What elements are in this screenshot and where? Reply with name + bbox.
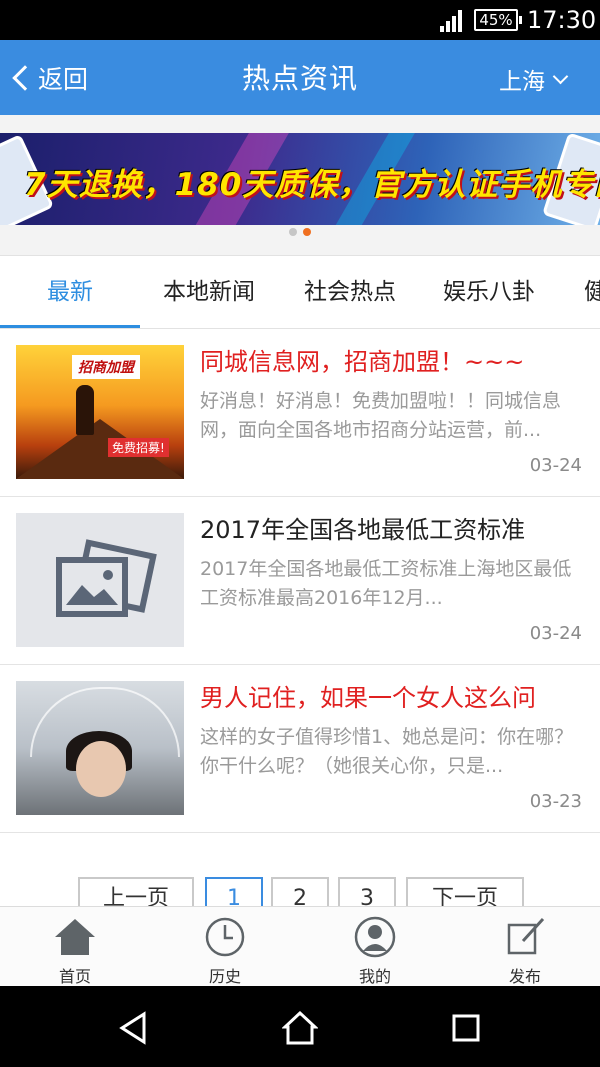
person-silhouette: [76, 385, 94, 435]
news-thumbnail: [16, 681, 184, 815]
prev-page-label: 上一页: [102, 886, 169, 906]
home-icon: [55, 919, 95, 955]
banner-area: 7天退换，180天质保，官方认证手机专区: [0, 115, 600, 255]
face-shape: [76, 741, 126, 797]
news-title: 2017年全国各地最低工资标准: [200, 516, 526, 544]
news-date: 03-24: [529, 623, 582, 644]
pagination: 上一页 1 2 3 下一页: [0, 874, 600, 906]
nav-publish[interactable]: 发布: [475, 915, 575, 987]
home-outline-icon[interactable]: [282, 1010, 318, 1046]
next-page-button[interactable]: 下一页: [406, 877, 524, 906]
nav-home-label: 首页: [58, 967, 91, 986]
prev-page-button[interactable]: 上一页: [78, 877, 194, 906]
bottom-nav: 首页 历史 我的 发布: [0, 906, 600, 986]
clock-icon: [205, 917, 245, 957]
user-icon: [354, 916, 396, 958]
page-button[interactable]: 3: [338, 877, 396, 906]
news-title: 同城信息网，招商加盟！~~~: [200, 348, 525, 376]
image-placeholder-icon: [56, 539, 157, 617]
page-button-current[interactable]: 1: [205, 877, 263, 906]
chevron-down-icon: [552, 68, 569, 84]
city-selector[interactable]: 上海: [499, 62, 569, 96]
nav-home[interactable]: 首页: [25, 915, 125, 987]
carousel-dot-active[interactable]: [303, 228, 311, 236]
back-triangle-icon[interactable]: [116, 1010, 152, 1046]
page-button[interactable]: 2: [271, 877, 329, 906]
nav-history-label: 历史: [208, 967, 241, 986]
tab-health[interactable]: 健: [584, 256, 600, 328]
tab-local-news[interactable]: 本地新闻: [163, 256, 255, 328]
news-thumbnail-placeholder: [16, 513, 184, 647]
nav-profile[interactable]: 我的: [325, 915, 425, 987]
clock: 17:30: [527, 6, 597, 34]
news-list: 招商加盟 免费招募! 同城信息网，招商加盟！~~~ 好消息！好消息！免费加盟啦！…: [0, 329, 600, 906]
city-label: 上海: [499, 69, 545, 95]
news-summary: 这样的女子值得珍惜1、她总是问：你在哪？你干什么呢？（她很关心你，只是...: [200, 726, 574, 777]
category-tabs: 最新 本地新闻 社会热点 娱乐八卦 健: [0, 255, 600, 329]
news-summary: 2017年全国各地最低工资标准上海地区最低工资标准最高2016年12月...: [200, 558, 572, 609]
banner-text: 7天退换，180天质保，官方认证手机专区: [24, 167, 600, 203]
app-header: 返回 热点资讯 上海: [0, 40, 600, 115]
status-bar: 45% 17:30: [0, 0, 600, 40]
thumbnail-cta: 免费招募!: [108, 438, 169, 457]
recents-square-icon[interactable]: [448, 1010, 484, 1046]
news-title: 男人记住，如果一个女人这么问: [200, 684, 536, 712]
news-date: 03-24: [529, 455, 582, 476]
news-item[interactable]: 男人记住，如果一个女人这么问 这样的女子值得珍惜1、她总是问：你在哪？你干什么呢…: [0, 665, 600, 833]
news-thumbnail: 招商加盟 免费招募!: [16, 345, 184, 479]
next-page-label: 下一页: [431, 886, 498, 906]
tab-social-hot[interactable]: 社会热点: [304, 256, 396, 328]
tab-entertainment[interactable]: 娱乐八卦: [443, 256, 535, 328]
news-item[interactable]: 招商加盟 免费招募! 同城信息网，招商加盟！~~~ 好消息！好消息！免费加盟啦！…: [0, 329, 600, 497]
thumbnail-tag: 招商加盟: [72, 355, 140, 379]
nav-profile-label: 我的: [358, 967, 391, 986]
carousel-dots: [0, 228, 600, 236]
signal-icon: [440, 10, 462, 32]
nav-history[interactable]: 历史: [175, 915, 275, 987]
battery-indicator: 45%: [474, 9, 522, 31]
edit-icon: [507, 917, 545, 955]
news-summary: 好消息！好消息！免费加盟啦！！同城信息网，面向全国各地市招商分站运营，前...: [200, 390, 562, 441]
carousel-dot[interactable]: [289, 228, 297, 236]
nav-publish-label: 发布: [508, 967, 541, 986]
system-nav-bar: [0, 986, 600, 1067]
news-date: 03-23: [529, 791, 582, 812]
promo-banner[interactable]: 7天退换，180天质保，官方认证手机专区: [0, 133, 600, 225]
news-item[interactable]: 2017年全国各地最低工资标准 2017年全国各地最低工资标准上海地区最低工资标…: [0, 497, 600, 665]
tab-latest[interactable]: 最新: [47, 256, 93, 328]
